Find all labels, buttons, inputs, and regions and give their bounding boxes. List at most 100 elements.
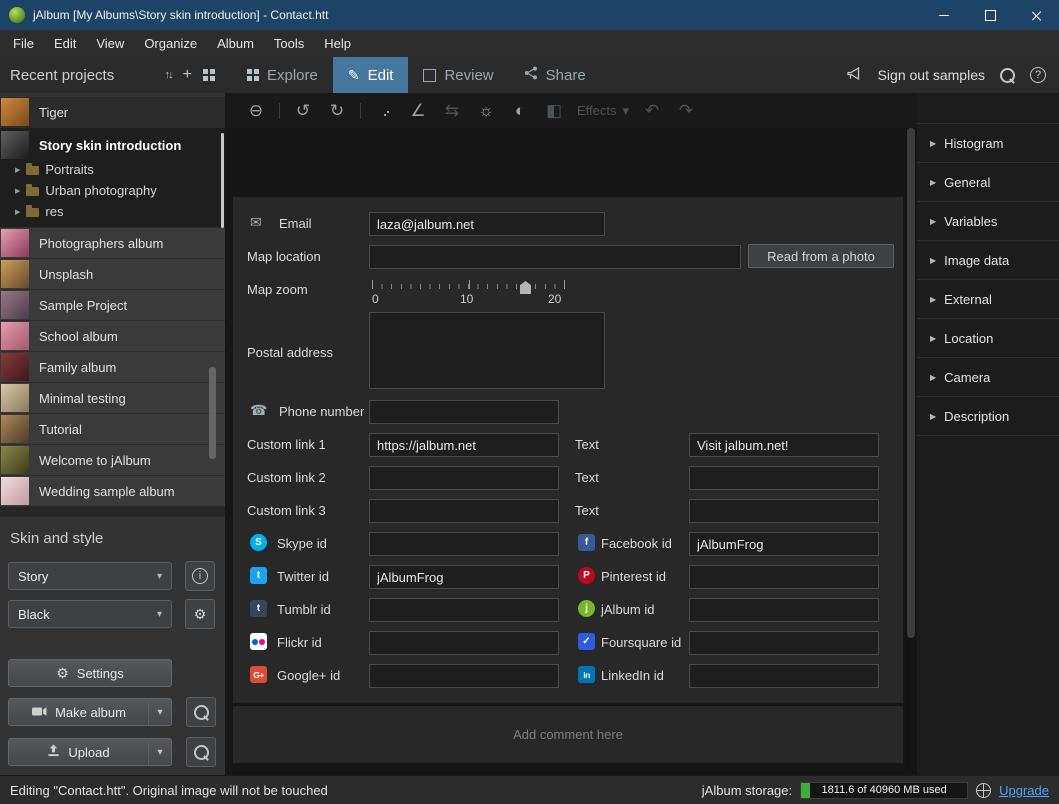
menu-album[interactable]: Album: [207, 30, 264, 57]
custom-link-1-url-input[interactable]: [369, 433, 559, 457]
upload-dropdown-arrow[interactable]: ▾: [148, 739, 171, 765]
help-icon[interactable]: ?: [1030, 67, 1046, 83]
twitter-id-input[interactable]: [369, 565, 559, 589]
upload-button[interactable]: Upload ▾: [8, 738, 172, 766]
tree-caret-icon[interactable]: ▶: [15, 187, 20, 195]
globe-icon[interactable]: [976, 783, 991, 798]
preview-button[interactable]: [186, 697, 216, 727]
tree-caret-icon[interactable]: ▶: [15, 208, 20, 216]
brightness-icon[interactable]: ☼: [475, 101, 497, 121]
make-album-button[interactable]: Make album ▾: [8, 698, 172, 726]
menu-organize[interactable]: Organize: [134, 30, 207, 57]
rotate-right-icon[interactable]: ↻: [326, 101, 348, 121]
tab-edit[interactable]: ✎ Edit: [333, 57, 409, 93]
sort-icon[interactable]: ↑↓: [165, 69, 172, 81]
straighten-icon[interactable]: ∠: [407, 101, 429, 121]
project-item[interactable]: Photographers album: [0, 228, 225, 259]
comment-area[interactable]: Add comment here: [233, 706, 903, 763]
sign-out-link[interactable]: Sign out samples: [878, 67, 985, 83]
contrast-icon[interactable]: ◐: [509, 101, 531, 121]
upload-main[interactable]: Upload: [9, 739, 148, 765]
foursquare-id-input[interactable]: [689, 631, 879, 655]
email-input[interactable]: [369, 212, 605, 236]
skin-info-button[interactable]: i: [185, 561, 215, 591]
main-vertical-scrollbar[interactable]: [905, 128, 917, 775]
projects-scrollbar-thumb[interactable]: [209, 367, 216, 459]
upgrade-link[interactable]: Upgrade: [999, 783, 1049, 798]
share-icon: [524, 66, 538, 84]
close-button[interactable]: [1013, 0, 1059, 30]
tree-caret-icon[interactable]: ▶: [15, 166, 20, 174]
megaphone-icon[interactable]: [846, 66, 863, 84]
make-album-dropdown-arrow[interactable]: ▾: [148, 699, 171, 725]
make-album-main[interactable]: Make album: [9, 699, 148, 725]
custom-link-1-text-input[interactable]: [689, 433, 879, 457]
project-item[interactable]: Sample Project: [0, 290, 225, 321]
settings-button[interactable]: ⚙ Settings: [8, 659, 172, 687]
main-scrollbar-thumb[interactable]: [907, 128, 915, 638]
flickr-id-input[interactable]: [369, 631, 559, 655]
phone-input[interactable]: [369, 400, 559, 424]
section-description[interactable]: ▶Description: [917, 397, 1059, 436]
style-settings-button[interactable]: ⚙: [185, 599, 215, 629]
skype-id-input[interactable]: [369, 532, 559, 556]
projects-horizontal-scrollbar[interactable]: [0, 507, 225, 517]
section-label: Histogram: [944, 136, 1003, 151]
project-item[interactable]: Tiger: [0, 97, 225, 128]
project-item[interactable]: Wedding sample album: [0, 476, 225, 507]
section-general[interactable]: ▶General: [917, 163, 1059, 202]
gear-icon: ⚙: [56, 665, 69, 682]
custom-link-3-text-input[interactable]: [689, 499, 879, 523]
project-thumbnail: [1, 260, 29, 288]
project-item[interactable]: Family album: [0, 352, 225, 383]
custom-link-2-url-input[interactable]: [369, 466, 559, 490]
tumblr-id-input[interactable]: [369, 598, 559, 622]
section-variables[interactable]: ▶Variables: [917, 202, 1059, 241]
linkedin-id-input[interactable]: [689, 664, 879, 688]
project-item[interactable]: Tutorial: [0, 414, 225, 445]
maximize-button[interactable]: [967, 0, 1013, 30]
zoom-out-icon[interactable]: ⊖: [245, 101, 267, 121]
project-item[interactable]: Minimal testing: [0, 383, 225, 414]
read-from-photo-button[interactable]: Read from a photo: [748, 244, 894, 268]
rotate-left-icon[interactable]: ↺: [292, 101, 314, 121]
section-histogram[interactable]: ▶Histogram: [917, 124, 1059, 163]
tree-item-urban-photography[interactable]: ▶ Urban photography: [0, 180, 225, 201]
custom-link-3-url-input[interactable]: [369, 499, 559, 523]
section-location[interactable]: ▶Location: [917, 319, 1059, 358]
menu-tools[interactable]: Tools: [264, 30, 314, 57]
add-project-icon[interactable]: +: [183, 70, 192, 80]
sidebar-scrollbar-thumb[interactable]: [221, 133, 224, 228]
project-thumbnail: [1, 415, 29, 443]
tree-item-portraits[interactable]: ▶ Portraits: [0, 159, 225, 180]
section-camera[interactable]: ▶Camera: [917, 358, 1059, 397]
tab-share[interactable]: Share: [509, 57, 601, 93]
project-item-selected[interactable]: Story skin introduction ▶ Portraits ▶ Ur…: [0, 128, 225, 228]
menu-edit[interactable]: Edit: [44, 30, 86, 57]
googleplus-id-input[interactable]: [369, 664, 559, 688]
menu-help[interactable]: Help: [314, 30, 361, 57]
section-image-data[interactable]: ▶Image data: [917, 241, 1059, 280]
project-item[interactable]: School album: [0, 321, 225, 352]
map-location-input[interactable]: [369, 245, 741, 269]
tab-review[interactable]: Review: [408, 57, 508, 93]
project-item[interactable]: Unsplash: [0, 259, 225, 290]
menu-file[interactable]: File: [3, 30, 44, 57]
section-external[interactable]: ▶External: [917, 280, 1059, 319]
style-dropdown[interactable]: Black ▾: [8, 600, 172, 628]
preview-online-button[interactable]: [186, 737, 216, 767]
custom-link-2-text-input[interactable]: [689, 466, 879, 490]
pinterest-id-input[interactable]: [689, 565, 879, 589]
tab-explore[interactable]: Explore: [232, 57, 333, 93]
search-icon[interactable]: [1000, 68, 1015, 83]
jalbum-id-input[interactable]: [689, 598, 879, 622]
minimize-button[interactable]: [921, 0, 967, 30]
facebook-id-input[interactable]: [689, 532, 879, 556]
project-item[interactable]: Welcome to jAlbum: [0, 445, 225, 476]
postal-address-textarea[interactable]: [369, 312, 605, 389]
menu-view[interactable]: View: [86, 30, 134, 57]
tree-item-res[interactable]: ▶ res: [0, 201, 225, 222]
grid-view-icon[interactable]: [203, 69, 215, 81]
selected-project-row[interactable]: Story skin introduction: [0, 131, 225, 159]
skin-dropdown[interactable]: Story ▾: [8, 562, 172, 590]
